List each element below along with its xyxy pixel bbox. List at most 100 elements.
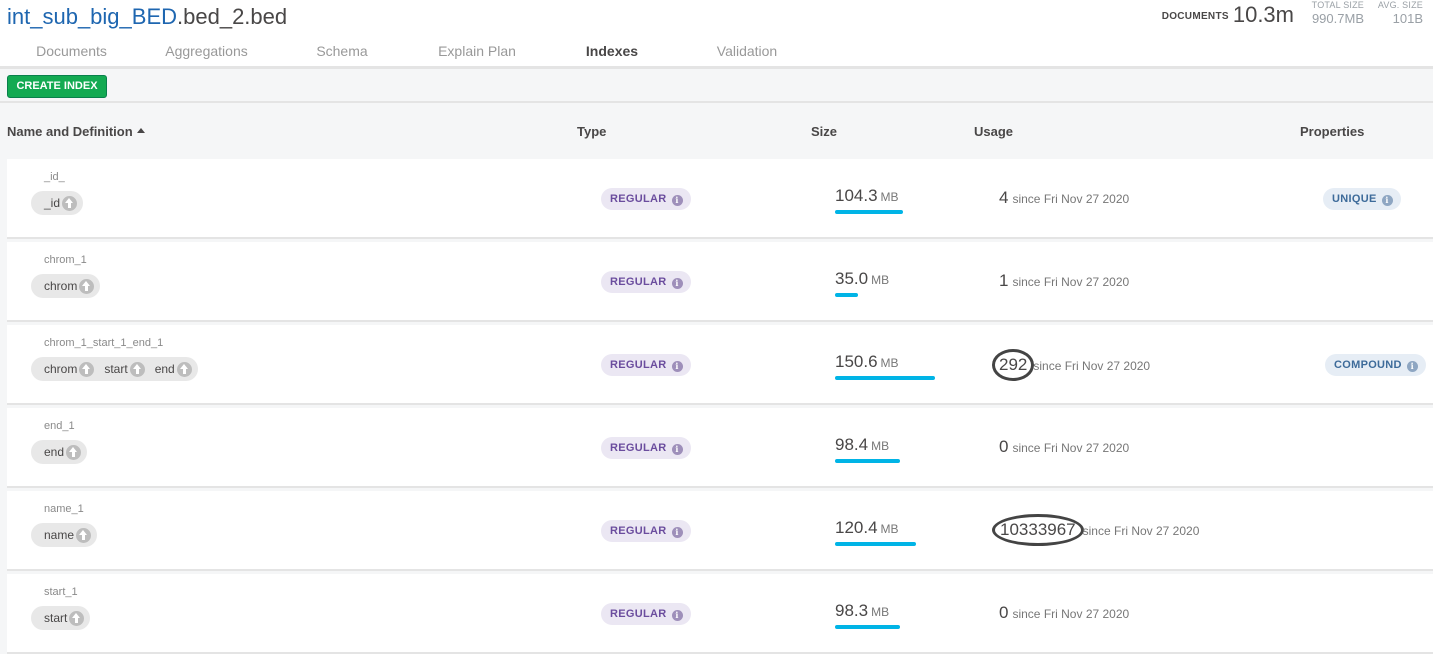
index-name: name_1 [44, 503, 84, 515]
index-property-label: UNIQUE [1332, 193, 1377, 205]
index-usage-since: since Fri Nov 27 2020 [1012, 192, 1130, 206]
arrow-up-circle-icon [62, 195, 78, 211]
create-index-button[interactable]: CREATE INDEX [7, 75, 107, 98]
index-row: end_1 end REGULAR i 98.4 MB 0 since Fri Nov… [7, 408, 1433, 488]
index-field: _id [44, 195, 78, 211]
index-type-label: REGULAR [610, 525, 667, 537]
info-icon[interactable]: i [671, 195, 683, 206]
index-field-name: name [44, 528, 75, 542]
index-name: end_1 [44, 420, 75, 432]
column-header-size[interactable]: Size [811, 124, 837, 139]
index-property-badge: UNIQUE i [1323, 188, 1401, 210]
index-definition: start [31, 606, 91, 630]
index-usage-count: 10333967 [992, 514, 1084, 546]
total-size-stat: TOTAL SIZE 990.7MB [1312, 0, 1364, 26]
index-usage: 292 since Fri Nov 27 2020 [992, 349, 1151, 381]
index-usage-count: 4 [999, 188, 1009, 207]
avg-size-value: 101B [1392, 11, 1423, 26]
index-definition: chrom start end [31, 357, 198, 381]
sort-asc-icon [136, 128, 145, 133]
arrow-up-circle-icon [79, 361, 95, 377]
database-name[interactable]: int_sub_big_BED [7, 4, 177, 29]
index-field: name [44, 527, 92, 543]
index-field-name: start [104, 362, 128, 376]
index-usage-count: 0 [999, 603, 1009, 622]
index-definition: _id [31, 191, 84, 215]
index-size-unit: MB [871, 439, 890, 453]
index-size-value: 35.0 [835, 269, 869, 288]
index-size-bar [835, 459, 900, 463]
index-size: 120.4 MB [835, 518, 899, 538]
index-name: start_1 [44, 586, 78, 598]
column-header-name[interactable]: Name and Definition [7, 124, 145, 139]
index-usage-since: since Fri Nov 27 2020 [1033, 359, 1151, 373]
avg-size-label: AVG. SIZE [1377, 0, 1423, 10]
index-type-badge: REGULAR i [601, 603, 691, 625]
index-size: 98.4 MB [835, 435, 889, 455]
index-size-value: 98.4 [835, 435, 869, 454]
index-row: _id_ _id REGULAR i 104.3 MB 4 since Fri Nov… [7, 159, 1433, 239]
column-header-name-label: Name and Definition [7, 124, 133, 139]
index-name: chrom_1 [44, 254, 87, 266]
index-size-bar [835, 293, 858, 297]
namespace-title: int_sub_big_BED.bed_2.bed [7, 4, 287, 30]
documents-stat: DOCUMENTS 10.3m [1162, 2, 1294, 28]
index-size: 104.3 MB [835, 186, 899, 206]
index-size-unit: MB [871, 273, 890, 287]
index-field-name: start [44, 611, 68, 625]
avg-size-stat: AVG. SIZE 101B [1378, 0, 1423, 26]
index-type-badge: REGULAR i [601, 354, 691, 376]
collection-name: .bed_2.bed [177, 4, 288, 29]
arrow-up-circle-icon [69, 610, 85, 626]
index-usage-count: 292 [992, 349, 1035, 381]
info-icon[interactable]: i [1406, 361, 1418, 372]
index-field: end [44, 444, 82, 460]
info-icon[interactable]: i [671, 610, 683, 621]
indexes-table-header: Name and Definition Type Size Usage Prop… [0, 105, 1433, 157]
info-icon[interactable]: i [671, 444, 683, 455]
column-header-usage[interactable]: Usage [974, 124, 1013, 139]
index-usage-count: 0 [999, 437, 1009, 456]
index-size: 150.6 MB [835, 352, 899, 372]
index-field: start [44, 610, 85, 626]
total-size-label: TOTAL SIZE [1311, 0, 1364, 10]
index-field: chrom [44, 278, 95, 294]
index-type-badge: REGULAR i [601, 271, 691, 293]
column-header-properties[interactable]: Properties [1300, 124, 1364, 139]
index-size-bar [835, 625, 900, 629]
index-size-value: 98.3 [835, 601, 869, 620]
arrow-up-circle-icon [76, 527, 92, 543]
index-size-bar [835, 542, 916, 546]
index-size-unit: MB [871, 605, 890, 619]
info-icon[interactable]: i [671, 278, 683, 289]
index-row: chrom_1 chrom REGULAR i 35.0 MB 1 since Fri… [7, 242, 1433, 322]
index-row: name_1 name REGULAR i 120.4 MB 10333967 sin… [7, 491, 1433, 571]
index-usage: 0 since Fri Nov 27 2020 [999, 603, 1129, 623]
arrow-up-circle-icon [79, 278, 95, 294]
index-field-name: chrom [44, 279, 78, 293]
index-field-name: end [44, 445, 65, 459]
index-type-label: REGULAR [610, 442, 667, 454]
index-property-badge: COMPOUND i [1325, 354, 1426, 376]
index-usage: 0 since Fri Nov 27 2020 [999, 437, 1129, 457]
index-size: 98.3 MB [835, 601, 889, 621]
index-size-value: 150.6 [835, 352, 878, 371]
index-name: _id_ [44, 171, 65, 183]
index-field-name: end [154, 362, 175, 376]
total-size-value: 990.7MB [1311, 11, 1364, 26]
index-size-unit: MB [880, 522, 899, 536]
collection-header: int_sub_big_BED.bed_2.bed DOCUMENTS 10.3m… [0, 0, 1433, 70]
index-definition: chrom [31, 274, 101, 298]
index-type-label: REGULAR [610, 276, 667, 288]
column-header-type[interactable]: Type [577, 124, 606, 139]
info-icon[interactable]: i [671, 361, 683, 372]
documents-value: 10.3m [1232, 2, 1294, 27]
info-icon[interactable]: i [1381, 195, 1393, 206]
index-type-label: REGULAR [610, 193, 667, 205]
index-usage: 10333967 since Fri Nov 27 2020 [992, 514, 1199, 546]
index-type-badge: REGULAR i [601, 437, 691, 459]
index-size-bar [835, 376, 935, 380]
index-size-value: 104.3 [835, 186, 878, 205]
info-icon[interactable]: i [671, 527, 683, 538]
index-usage-since: since Fri Nov 27 2020 [1012, 607, 1130, 621]
